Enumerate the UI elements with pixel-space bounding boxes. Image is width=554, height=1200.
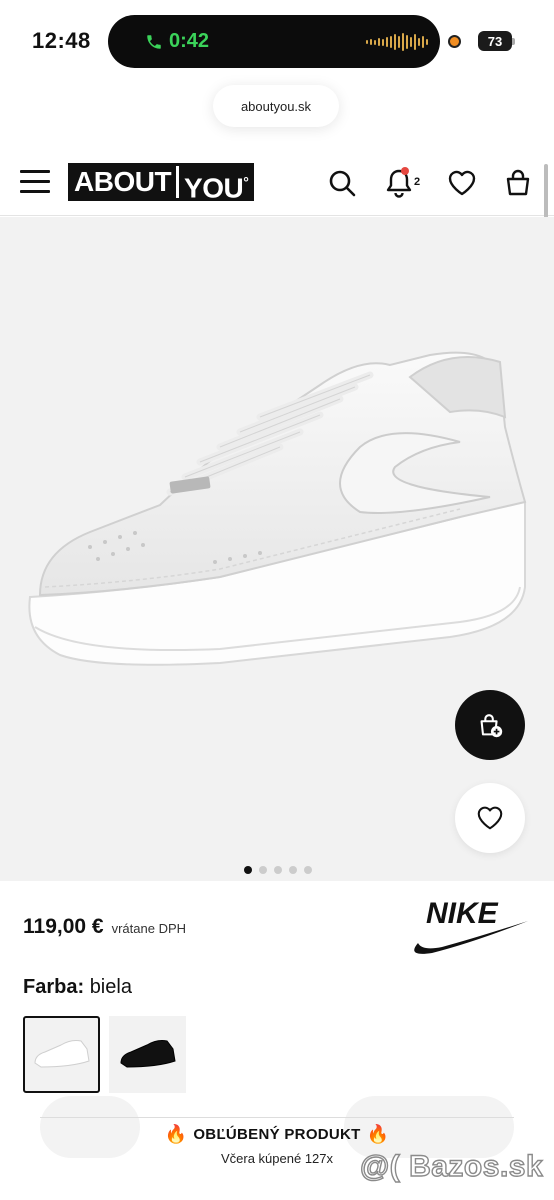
color-label: Farba:: [23, 976, 85, 998]
pagination-dot-active[interactable]: [244, 866, 252, 874]
divider: [40, 1117, 514, 1118]
microphone-indicator-icon: [448, 35, 461, 48]
product-image[interactable]: [20, 337, 535, 697]
vat-note: vrátane DPH: [111, 921, 187, 936]
popular-title: OBĽÚBENÝ PRODUKT: [193, 1126, 361, 1143]
battery-nub: [512, 38, 515, 45]
site-header: ABOUT YOU° 2: [0, 150, 554, 216]
pagination-dot[interactable]: [259, 866, 267, 874]
color-value: biela: [89, 976, 132, 998]
logo-degree-mark: °: [243, 174, 249, 190]
bazos-watermark: @( Bazos.sk: [359, 1149, 544, 1183]
url-bar[interactable]: aboutyou.sk: [213, 85, 339, 127]
audio-waveform-icon: [366, 33, 428, 51]
color-swatch-black[interactable]: [109, 1016, 186, 1093]
add-to-wishlist-button[interactable]: [455, 783, 525, 853]
phone-icon: [147, 34, 161, 49]
battery-icon: 73: [478, 31, 512, 51]
flame-icon: 🔥: [164, 1124, 188, 1144]
white-shoe-thumbnail: [33, 1039, 90, 1068]
pagination-dot[interactable]: [304, 866, 312, 874]
bell-icon[interactable]: [383, 167, 415, 199]
price-row: 119,00 € vrátane DPH: [23, 915, 186, 939]
price: 119,00 €: [23, 915, 104, 938]
black-shoe-thumbnail: [119, 1039, 176, 1068]
call-timer: 0:42: [169, 30, 210, 52]
popular-title-row: 🔥 OBĽÚBENÝ PRODUKT 🔥: [0, 1124, 554, 1145]
shopping-bag-icon[interactable]: [502, 167, 534, 199]
nike-logo[interactable]: NIKE: [412, 895, 530, 957]
add-to-bag-button[interactable]: [455, 690, 525, 760]
gallery-pagination[interactable]: [244, 866, 312, 874]
heart-icon[interactable]: [446, 167, 478, 199]
pagination-dot[interactable]: [289, 866, 297, 874]
notification-dot: [401, 167, 409, 175]
about-you-logo[interactable]: ABOUT YOU°: [68, 163, 255, 203]
search-icon[interactable]: [326, 167, 358, 199]
menu-icon[interactable]: [20, 170, 50, 194]
color-row: Farba: biela: [23, 976, 132, 999]
notification-count: 2: [414, 176, 421, 188]
clock: 12:48: [32, 28, 91, 53]
logo-about: ABOUT: [71, 166, 175, 198]
pagination-dot[interactable]: [274, 866, 282, 874]
brand-name: NIKE: [426, 897, 499, 930]
call-indicator[interactable]: 0:42: [145, 30, 209, 53]
logo-you-text: YOU: [184, 172, 244, 204]
product-gallery[interactable]: [0, 217, 554, 881]
heart-icon: [477, 806, 503, 830]
logo-you: YOU°: [181, 166, 252, 203]
logo-divider: [176, 166, 180, 198]
color-swatch-white[interactable]: [23, 1016, 100, 1093]
status-bar: 12:48 0:42 73: [0, 0, 554, 80]
flame-icon: 🔥: [366, 1124, 390, 1144]
bag-plus-icon: [480, 714, 503, 738]
